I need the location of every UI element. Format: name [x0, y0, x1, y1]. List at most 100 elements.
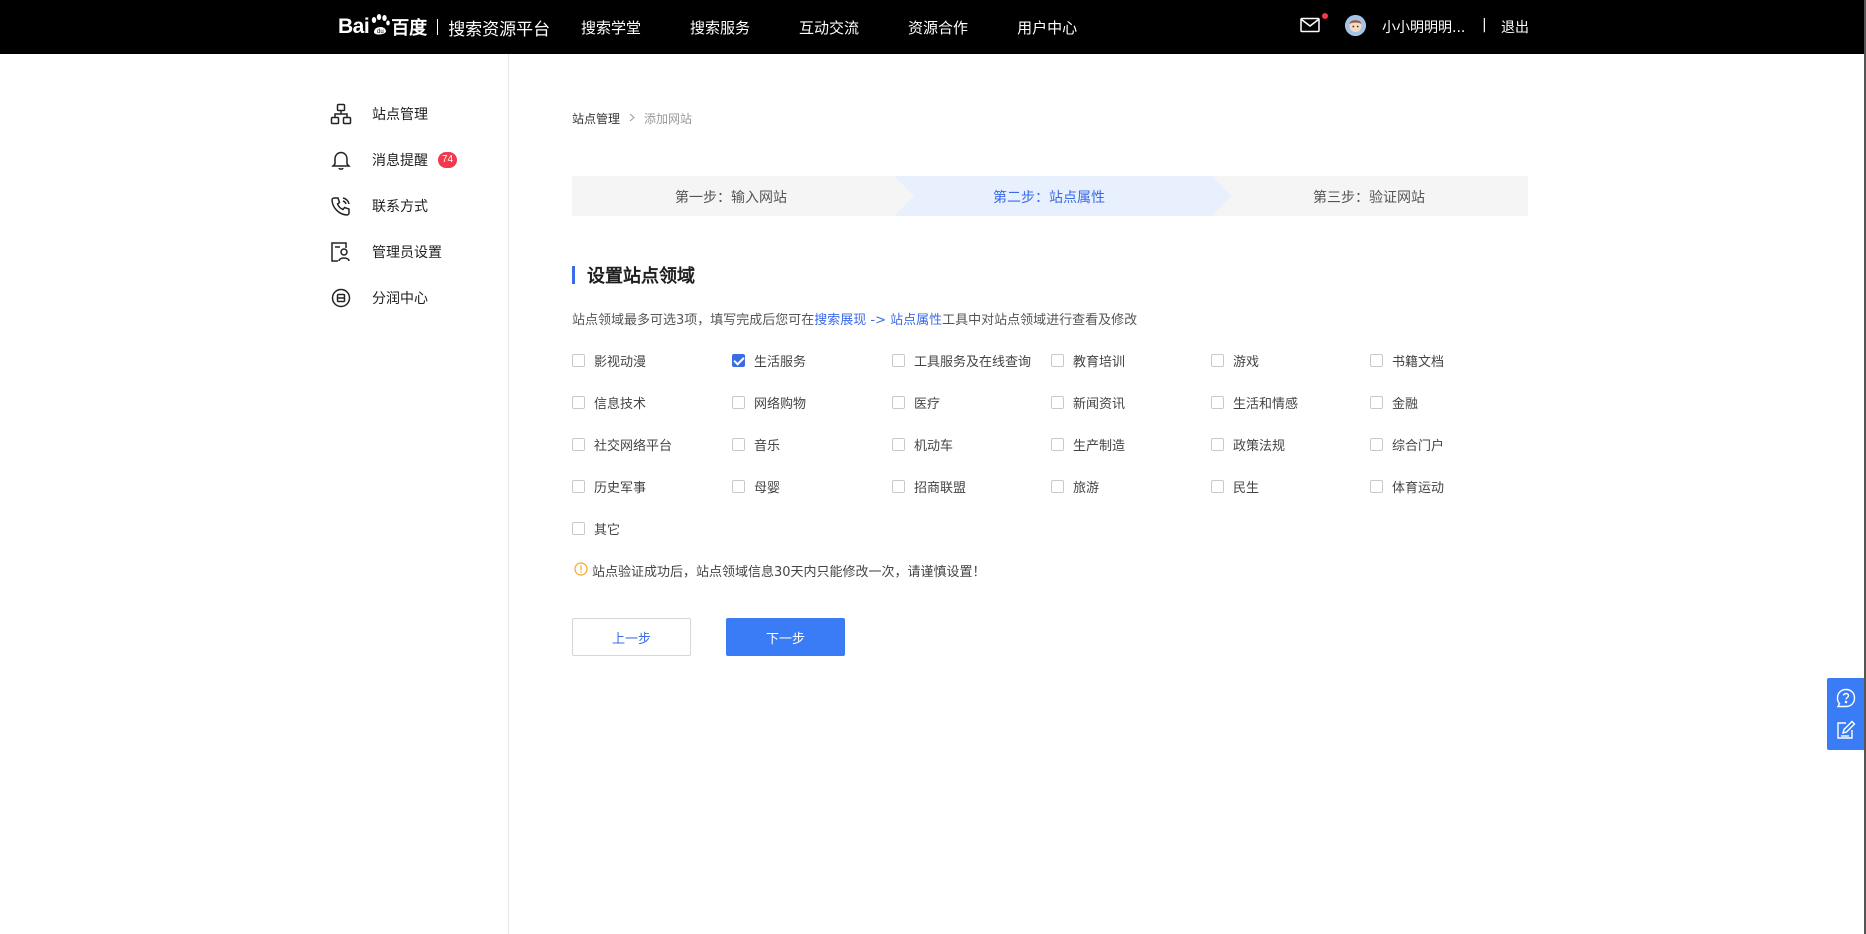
checkbox[interactable] [572, 521, 585, 535]
domain-checkbox-option[interactable]: 母婴 [732, 476, 780, 496]
domain-checkbox-option[interactable]: 音乐 [732, 434, 780, 454]
checkbox[interactable] [1370, 437, 1383, 451]
checkbox[interactable] [1370, 479, 1383, 493]
section-description: 站点领域最多可选3项，填写完成后您可在搜索展现 -> 站点属性工具中对站点领域进… [572, 309, 1137, 328]
step-3-label: 第三步：验证网站 [1313, 190, 1425, 206]
domain-checkbox-option[interactable]: 政策法规 [1211, 434, 1285, 454]
option-label: 音乐 [754, 438, 781, 454]
bell-icon [330, 149, 352, 171]
domain-checkbox-option[interactable]: 民生 [1211, 476, 1259, 496]
checkbox[interactable] [732, 479, 745, 493]
checkbox[interactable] [572, 437, 585, 451]
domain-checkbox-option[interactable]: 新闻资讯 [1051, 392, 1125, 412]
help-icon[interactable] [1836, 688, 1856, 708]
option-label: 网络购物 [754, 396, 807, 412]
domain-checkbox-option[interactable]: 社交网络平台 [572, 434, 672, 454]
nav-user-center[interactable]: 用户中心 [1017, 17, 1077, 38]
warning-notice: 站点验证成功后，站点领域信息30天内只能修改一次，请谨慎设置！ [574, 560, 986, 580]
section-heading: 设置站点领域 [572, 265, 695, 287]
option-label: 招商联盟 [914, 480, 967, 496]
mail-icon[interactable] [1300, 17, 1320, 37]
breadcrumb-parent[interactable]: 站点管理 [572, 110, 620, 127]
domain-checkbox-option[interactable]: 生产制造 [1051, 434, 1125, 454]
paw-icon: du [370, 14, 390, 40]
option-label: 社交网络平台 [594, 438, 673, 454]
checkbox[interactable] [892, 479, 905, 493]
option-label: 游戏 [1233, 354, 1260, 370]
baidu-logo[interactable]: Bai du 百度 搜索资源平台 [338, 10, 550, 44]
domain-checkbox-option[interactable]: 医疗 [892, 392, 940, 412]
domain-checkbox-option[interactable]: 体育运动 [1370, 476, 1444, 496]
checkbox[interactable] [572, 353, 585, 367]
domain-checkbox-option[interactable]: 旅游 [1051, 476, 1099, 496]
sidebar-item-share-center[interactable]: 分润中心 [330, 286, 428, 310]
checkbox[interactable] [1051, 395, 1064, 409]
domain-checkbox-option[interactable]: 其它 [572, 518, 620, 538]
checkbox[interactable] [1211, 353, 1224, 367]
checkbox[interactable] [1370, 353, 1383, 367]
option-label: 机动车 [914, 438, 954, 454]
domain-checkbox-option[interactable]: 机动车 [892, 434, 953, 454]
nav-search-service[interactable]: 搜索服务 [690, 17, 750, 38]
description-suffix: 工具中对站点领域进行查看及修改 [942, 313, 1138, 328]
option-label: 金融 [1392, 396, 1419, 412]
checkbox[interactable] [892, 437, 905, 451]
logout-link[interactable]: 退出 [1501, 17, 1529, 37]
option-label: 生活和情感 [1233, 396, 1299, 412]
site-attribute-link[interactable]: 搜索展现 -> 站点属性 [814, 313, 942, 328]
avatar[interactable] [1345, 15, 1366, 36]
logo-bai-text: Bai [338, 15, 370, 38]
feedback-edit-icon[interactable] [1836, 720, 1856, 740]
sidebar-item-site-management[interactable]: 站点管理 [330, 102, 428, 126]
nav-search-academy[interactable]: 搜索学堂 [581, 17, 641, 38]
checkbox[interactable] [1051, 353, 1064, 367]
checkbox[interactable] [1211, 479, 1224, 493]
domain-checkbox-option[interactable]: 历史军事 [572, 476, 646, 496]
nav-interaction[interactable]: 互动交流 [799, 17, 859, 38]
sidebar-item-messages[interactable]: 消息提醒 74 [330, 148, 458, 172]
checkbox[interactable] [1211, 395, 1224, 409]
step-1-label: 第一步：输入网站 [675, 190, 787, 206]
domain-checkbox-option[interactable]: 游戏 [1211, 350, 1259, 370]
domain-checkbox-option[interactable]: 综合门户 [1370, 434, 1444, 454]
main-nav: 搜索学堂 搜索服务 互动交流 资源合作 用户中心 [581, 17, 1126, 38]
domain-checkbox-option[interactable]: 生活和情感 [1211, 392, 1298, 412]
option-label: 影视动漫 [594, 354, 647, 370]
checkbox[interactable] [572, 395, 585, 409]
phone-icon [330, 195, 352, 217]
domain-checkbox-option[interactable]: 网络购物 [732, 392, 806, 412]
domain-checkbox-option[interactable]: 工具服务及在线查询 [892, 350, 1031, 370]
checkbox[interactable] [1051, 437, 1064, 451]
option-label: 信息技术 [594, 396, 647, 412]
checkbox[interactable] [892, 395, 905, 409]
checkbox-checked[interactable] [732, 353, 745, 367]
checkbox[interactable] [572, 479, 585, 493]
prev-step-button[interactable]: 上一步 [572, 618, 691, 656]
domain-checkbox-option[interactable]: 影视动漫 [572, 350, 646, 370]
checkbox[interactable] [1370, 395, 1383, 409]
section-accent-bar [572, 266, 575, 284]
domain-checkbox-option[interactable]: 金融 [1370, 392, 1418, 412]
step-progress: 第一步：输入网站 第二步：站点属性 第三步：验证网站 [572, 176, 1528, 216]
domain-checkbox-option[interactable]: 教育培训 [1051, 350, 1125, 370]
domain-checkbox-option[interactable]: 生活服务 [732, 350, 806, 370]
domain-checkbox-option[interactable]: 招商联盟 [892, 476, 966, 496]
checkbox[interactable] [732, 437, 745, 451]
domain-checkbox-option[interactable]: 书籍文档 [1370, 350, 1444, 370]
message-count-badge: 74 [438, 152, 458, 168]
next-step-button[interactable]: 下一步 [726, 618, 845, 656]
admin-icon [330, 241, 352, 263]
sidebar-item-label: 消息提醒 [372, 153, 428, 169]
logo-baidu-text: 百度 [391, 18, 428, 39]
nav-resource-cooperation[interactable]: 资源合作 [908, 17, 968, 38]
option-label: 民生 [1233, 480, 1260, 496]
checkbox[interactable] [732, 395, 745, 409]
sidebar-item-contact[interactable]: 联系方式 [330, 194, 428, 218]
domain-checkbox-option[interactable]: 信息技术 [572, 392, 646, 412]
user-name[interactable]: 小小明明明... [1382, 17, 1465, 37]
checkbox[interactable] [892, 353, 905, 367]
checkbox[interactable] [1051, 479, 1064, 493]
sidebar-item-admin-settings[interactable]: 管理员设置 [330, 240, 442, 264]
sidebar-item-label: 联系方式 [372, 199, 428, 215]
checkbox[interactable] [1211, 437, 1224, 451]
